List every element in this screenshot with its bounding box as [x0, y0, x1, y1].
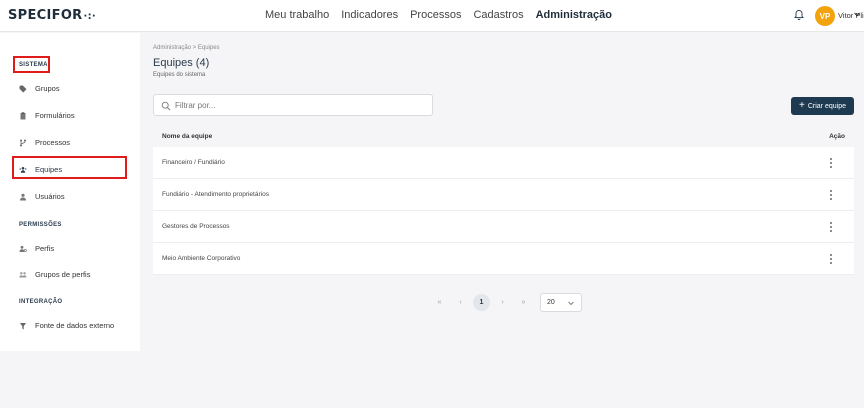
- sidebar-item-label: Fonte de dados externo: [35, 321, 115, 330]
- page-title: Equipes (4): [153, 57, 210, 69]
- page-subtitle: Equipes do sistema: [153, 72, 206, 78]
- team-name: Meio Ambiente Corporativo: [162, 255, 241, 262]
- last-page-button[interactable]: »: [515, 294, 532, 311]
- sidebar-item-label: Grupos de perfis: [35, 270, 91, 279]
- sidebar-item-formularios[interactable]: Formulários: [19, 111, 75, 120]
- create-team-label: Criar equipe: [807, 102, 846, 110]
- profile-group-icon: [19, 271, 27, 277]
- plus-icon: +: [799, 100, 805, 111]
- filter-field[interactable]: [153, 94, 433, 116]
- app-logo[interactable]: SPECIFOR·:·: [8, 8, 96, 23]
- avatar[interactable]: VP: [815, 6, 835, 26]
- sidebar-item-label: Usuários: [35, 192, 65, 201]
- sidebar-item-perfis[interactable]: Perfis: [19, 244, 54, 253]
- clipboard-icon: [20, 111, 26, 119]
- user-icon: [20, 193, 26, 200]
- data-source-icon: [20, 322, 26, 329]
- filter-input[interactable]: [175, 98, 425, 113]
- tag-icon: [19, 85, 27, 92]
- page-size-select[interactable]: 20: [540, 293, 582, 312]
- table-row[interactable]: Meio Ambiente Corporativo: [153, 243, 854, 275]
- sidebar-item-usuarios[interactable]: Usuários: [19, 192, 65, 201]
- more-actions-icon[interactable]: [827, 221, 835, 233]
- logo-mark: ·:·: [83, 11, 96, 22]
- profile-icon: [19, 245, 27, 252]
- table-header: Nome da equipe Ação: [153, 125, 854, 147]
- branch-icon: [20, 139, 26, 146]
- first-page-button[interactable]: «: [431, 294, 448, 311]
- table-row[interactable]: Gestores de Processos: [153, 211, 854, 243]
- pagination: « ‹ 1 › » 20: [431, 293, 582, 312]
- team-name: Gestores de Processos: [162, 223, 230, 230]
- table-row[interactable]: Financeiro / Fundiário: [153, 147, 854, 179]
- nav-indicadores[interactable]: Indicadores: [341, 9, 398, 21]
- nav-administracao[interactable]: Administração: [536, 9, 612, 21]
- sidebar-item-equipes[interactable]: Equipes: [19, 165, 62, 174]
- more-actions-icon[interactable]: [827, 157, 835, 169]
- more-actions-icon[interactable]: [827, 253, 835, 265]
- nav-processos[interactable]: Processos: [410, 9, 461, 21]
- nav-meu-trabalho[interactable]: Meu trabalho: [265, 9, 329, 21]
- page-button-current[interactable]: 1: [473, 294, 490, 311]
- more-actions-icon[interactable]: [827, 189, 835, 201]
- search-icon: [161, 101, 171, 111]
- table-row[interactable]: Fundiário - Atendimento proprietários: [153, 179, 854, 211]
- sidebar-item-label: Formulários: [35, 111, 75, 120]
- top-bar: SPECIFOR·:· Meu trabalho Indicadores Pro…: [0, 0, 864, 32]
- column-header-name[interactable]: Nome da equipe: [162, 133, 212, 140]
- section-title-permissoes: PERMISSÕES: [19, 222, 62, 228]
- chevron-down-icon[interactable]: [853, 10, 861, 18]
- sidebar-item-label: Equipes: [35, 165, 63, 174]
- sidebar-item-label: Perfis: [35, 244, 55, 253]
- sidebar-item-grupos[interactable]: Grupos: [19, 84, 60, 93]
- nav-cadastros[interactable]: Cadastros: [473, 9, 523, 21]
- sidebar-item-label: Processos: [35, 138, 71, 147]
- next-page-button[interactable]: ›: [494, 294, 511, 311]
- main-nav: Meu trabalho Indicadores Processos Cadas…: [265, 9, 612, 21]
- page-size-value: 20: [547, 299, 555, 306]
- section-title-sistema: SISTEMA: [19, 62, 48, 68]
- chevron-down-icon: [568, 301, 574, 305]
- team-name: Fundiário - Atendimento proprietários: [162, 191, 269, 198]
- bell-icon[interactable]: [793, 9, 805, 21]
- sidebar-item-fonte-de-dados-externo[interactable]: Fonte de dados externo: [19, 321, 114, 330]
- breadcrumb[interactable]: Administração > Equipes: [153, 45, 220, 51]
- sidebar-item-label: Grupos: [35, 84, 60, 93]
- section-title-integracao: INTEGRAÇÃO: [19, 299, 63, 305]
- team-name: Financeiro / Fundiário: [162, 159, 225, 166]
- team-icon: [19, 166, 27, 173]
- sidebar-item-grupos-de-perfis[interactable]: Grupos de perfis: [19, 270, 90, 279]
- logo-text: SPECIFOR: [8, 8, 83, 23]
- create-team-button[interactable]: + Criar equipe: [791, 97, 854, 115]
- column-header-action: Ação: [829, 132, 845, 140]
- teams-table: Nome da equipe Ação Financeiro / Fundiár…: [153, 125, 854, 275]
- sidebar-item-processos[interactable]: Processos: [19, 138, 70, 147]
- prev-page-button[interactable]: ‹: [452, 294, 469, 311]
